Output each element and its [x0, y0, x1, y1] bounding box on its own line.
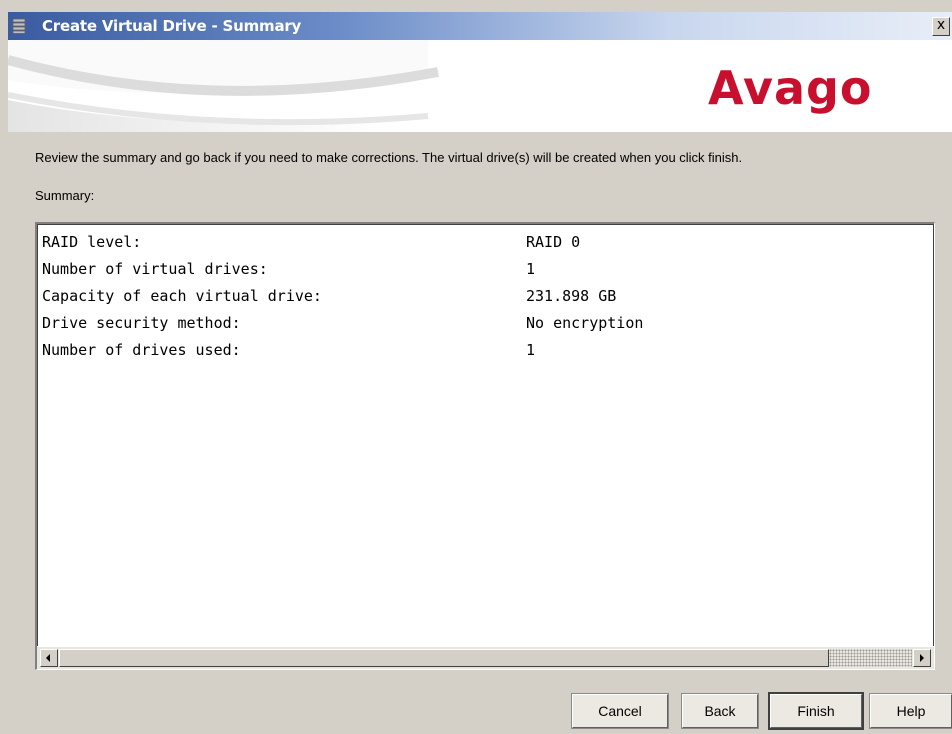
summary-text-area[interactable]: RAID level: RAID 0 Number of virtual dri… [35, 222, 935, 670]
scroll-left-button[interactable] [40, 649, 58, 667]
create-virtual-drive-dialog: Create Virtual Drive - Summary x Avago R… [0, 0, 952, 734]
summary-value: No encryption [526, 314, 644, 332]
summary-key: RAID level: [42, 233, 142, 251]
horizontal-scrollbar[interactable] [37, 646, 934, 669]
avago-logo: Avago [708, 61, 873, 115]
summary-label: Summary: [35, 188, 95, 203]
svg-text:Avago: Avago [708, 61, 873, 115]
arrow-left-icon [46, 654, 50, 662]
summary-value: RAID 0 [526, 233, 581, 251]
header-banner: Avago [8, 40, 952, 132]
scrollbar-thumb[interactable] [59, 649, 829, 667]
scrollbar-track[interactable] [829, 649, 912, 667]
instruction-text: Review the summary and go back if you ne… [35, 150, 743, 165]
window-title: Create Virtual Drive - Summary [42, 17, 302, 35]
title-bar[interactable]: Create Virtual Drive - Summary x [8, 12, 952, 40]
summary-key: Capacity of each virtual drive: [42, 287, 322, 305]
cancel-button[interactable]: Cancel [571, 693, 669, 729]
back-button[interactable]: Back [681, 693, 759, 729]
arrow-right-icon [920, 654, 924, 662]
close-button[interactable]: x [932, 17, 950, 36]
summary-key: Number of drives used: [42, 341, 241, 359]
database-icon [12, 18, 26, 34]
scroll-right-button[interactable] [913, 649, 931, 667]
finish-button[interactable]: Finish [768, 692, 864, 730]
summary-value: 1 [526, 260, 536, 278]
summary-value: 231.898 GB [526, 287, 617, 305]
summary-content: RAID level: RAID 0 Number of virtual dri… [37, 224, 934, 647]
summary-key: Number of virtual drives: [42, 260, 268, 278]
close-icon: x [936, 17, 946, 33]
help-button[interactable]: Help [869, 693, 952, 729]
summary-key: Drive security method: [42, 314, 241, 332]
summary-value: 1 [526, 341, 536, 359]
